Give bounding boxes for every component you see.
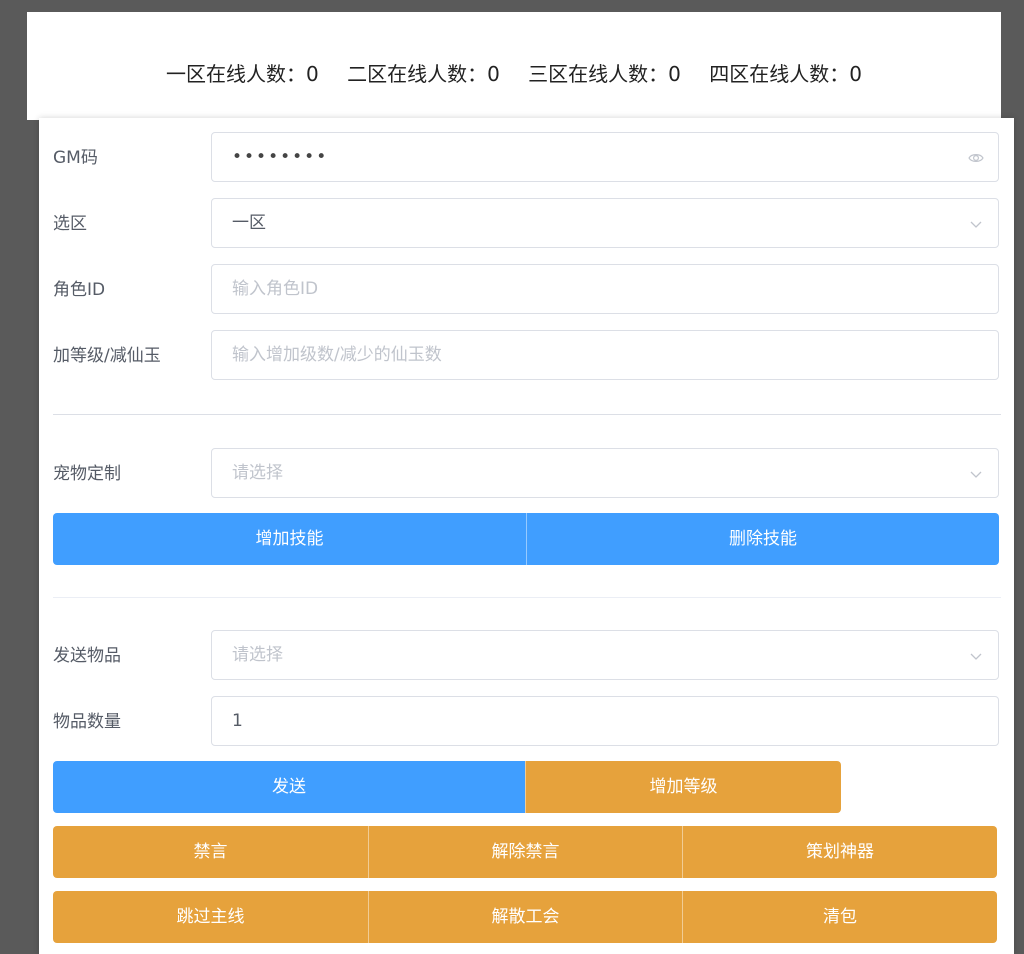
- send-item-placeholder: 请选择: [232, 645, 283, 665]
- section-divider: [53, 597, 1001, 598]
- role-id-row: 角色ID 输入角色ID: [53, 264, 1001, 316]
- chevron-down-icon: [970, 471, 982, 478]
- gm-code-row: GM码 ••••••••: [53, 132, 1001, 184]
- zone4-online-stat: 四区在线人数：0: [709, 62, 862, 86]
- utility-button-group: 跳过主线 解散工会 清包: [53, 891, 997, 943]
- online-stats: 一区在线人数：0 二区在线人数：0 三区在线人数：0 四区在线人数：0: [27, 58, 1001, 87]
- item-count-input[interactable]: 1: [211, 696, 999, 746]
- section-divider: [53, 414, 1001, 415]
- role-id-label: 角色ID: [53, 280, 106, 300]
- skill-button-group: 增加技能 删除技能: [53, 513, 999, 565]
- pet-placeholder: 请选择: [232, 463, 283, 483]
- gm-code-masked-value: ••••••••: [232, 147, 329, 167]
- clear-bag-button[interactable]: 清包: [682, 891, 997, 943]
- gm-code-label: GM码: [53, 148, 98, 168]
- add-level-button[interactable]: 增加等级: [525, 761, 841, 813]
- level-jade-placeholder: 输入增加级数/减少的仙玉数: [232, 345, 442, 365]
- item-count-label: 物品数量: [53, 712, 121, 732]
- moderation-button-group: 禁言 解除禁言 策划神器: [53, 826, 997, 878]
- add-skill-button[interactable]: 增加技能: [53, 513, 526, 565]
- level-jade-input[interactable]: 输入增加级数/减少的仙玉数: [211, 330, 999, 380]
- mute-button[interactable]: 禁言: [53, 826, 368, 878]
- send-button[interactable]: 发送: [53, 761, 525, 813]
- item-count-value: 1: [232, 711, 243, 731]
- eye-icon[interactable]: [968, 150, 984, 166]
- skip-main-quest-button[interactable]: 跳过主线: [53, 891, 368, 943]
- zone-select[interactable]: 一区: [211, 198, 999, 248]
- pet-select[interactable]: 请选择: [211, 448, 999, 498]
- header-panel: 一区在线人数：0 二区在线人数：0 三区在线人数：0 四区在线人数：0: [27, 12, 1001, 120]
- chevron-down-icon: [970, 653, 982, 660]
- send-item-label: 发送物品: [53, 646, 121, 666]
- delete-skill-button[interactable]: 删除技能: [526, 513, 999, 565]
- zone-row: 选区 一区: [53, 198, 1001, 250]
- level-jade-label: 加等级/减仙玉: [53, 346, 161, 366]
- pet-label: 宠物定制: [53, 464, 121, 484]
- send-button-group: 发送 增加等级: [53, 761, 841, 813]
- planner-artifact-button[interactable]: 策划神器: [682, 826, 997, 878]
- zone-label: 选区: [53, 214, 87, 234]
- zone-selected-value: 一区: [232, 213, 266, 233]
- unmute-button[interactable]: 解除禁言: [368, 826, 682, 878]
- pet-row: 宠物定制 请选择: [53, 448, 1001, 500]
- chevron-down-icon: [970, 221, 982, 228]
- level-jade-row: 加等级/减仙玉 输入增加级数/减少的仙玉数: [53, 330, 1001, 382]
- zone3-online-stat: 三区在线人数：0: [528, 62, 681, 86]
- role-id-input[interactable]: 输入角色ID: [211, 264, 999, 314]
- gm-form-panel: GM码 •••••••• 选区 一区 角色ID 输入角色ID 加等级/减仙玉 输…: [39, 118, 1014, 954]
- disband-guild-button[interactable]: 解散工会: [368, 891, 682, 943]
- zone1-online-stat: 一区在线人数：0: [165, 62, 319, 86]
- gm-code-input[interactable]: ••••••••: [211, 132, 999, 182]
- item-count-row: 物品数量 1: [53, 696, 1001, 748]
- zone2-online-stat: 二区在线人数：0: [347, 62, 500, 86]
- role-id-placeholder: 输入角色ID: [232, 279, 319, 299]
- send-item-select[interactable]: 请选择: [211, 630, 999, 680]
- send-item-row: 发送物品 请选择: [53, 630, 1001, 682]
